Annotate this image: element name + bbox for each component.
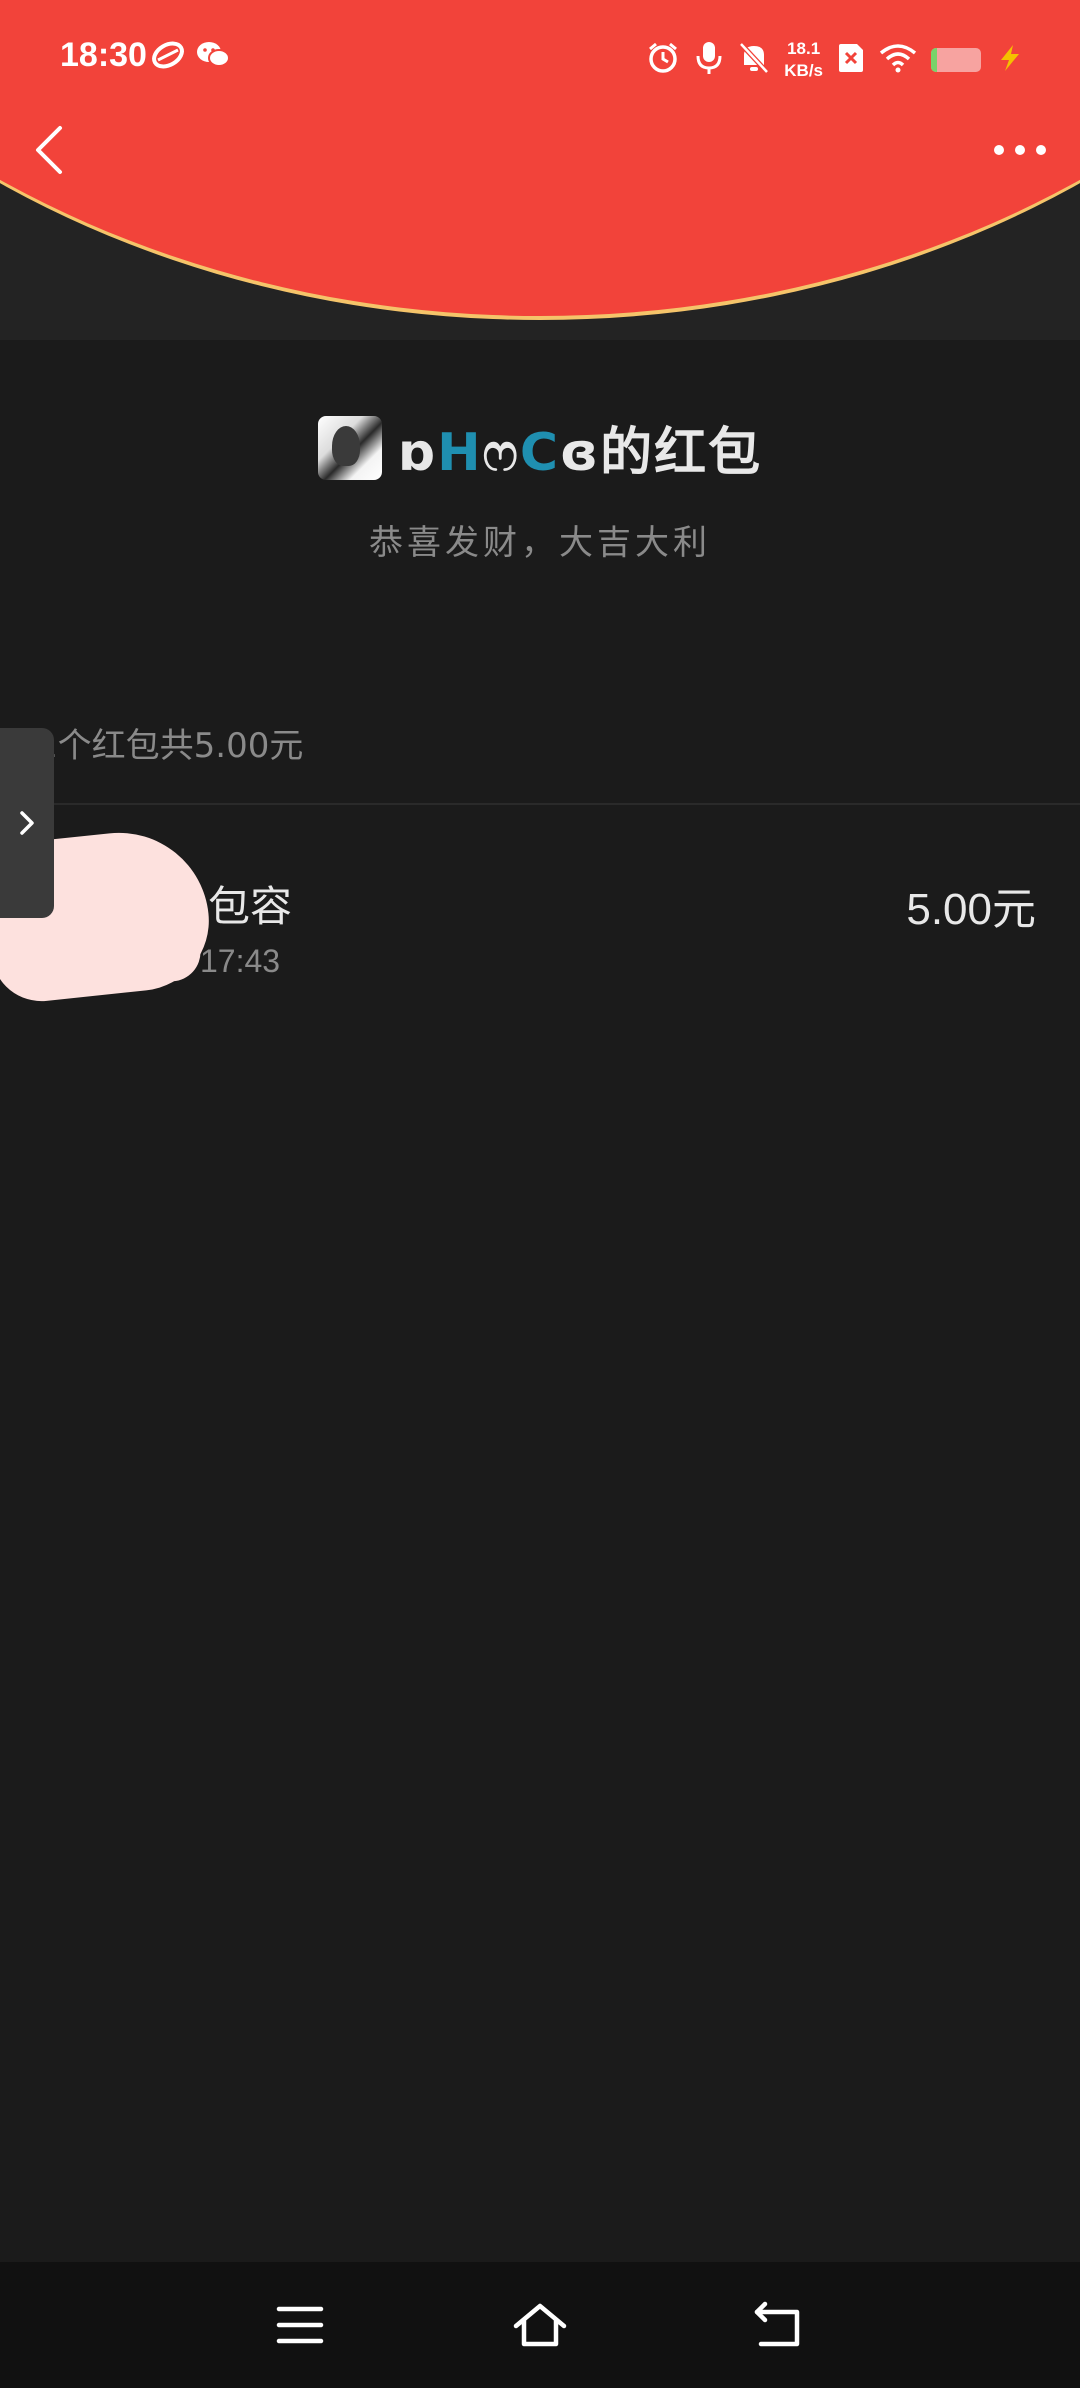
sender-name-prefix: ɒ [397,423,438,483]
home-button[interactable] [505,2292,575,2358]
sender-name-h: H [437,423,483,483]
sim-x-icon [837,42,865,78]
mute-icon [738,41,770,79]
status-icons: 18.1 KB/s [646,30,1025,90]
packet-summary: 1个红包共5.00元 [36,726,304,766]
system-nav-bar [0,2262,1080,2388]
menu-button[interactable] [265,2292,335,2358]
greeting-message: 恭喜发财，大吉大利 [369,523,711,563]
game-icon [150,40,186,74]
chevron-left-icon [36,126,62,174]
sender-name-c: C [519,423,561,483]
alarm-icon [646,41,680,79]
more-button[interactable] [990,135,1050,165]
receive-time: 17:43 [200,943,281,979]
sender-name-suffix: ɞ的红包 [560,423,763,483]
network-speed-value: 18.1 [787,39,821,58]
battery-icon [931,48,981,72]
sender-avatar[interactable] [317,415,382,480]
network-speed: 18.1 KB/s [784,38,823,82]
sender-title: ɒHෆCɞ的红包 [398,410,762,485]
home-icon [513,2303,567,2347]
more-icon [994,145,1046,155]
received-amount: 5.00元 [906,885,1036,934]
charging-icon [995,43,1025,77]
sender-name-mid: ෆ [482,423,520,483]
mic-icon [694,40,724,80]
back-icon [754,2301,800,2347]
chevron-right-icon [20,811,34,835]
back-button[interactable] [28,120,72,180]
status-time: 18:30 [60,36,147,74]
sender-info: ɒHෆCɞ的红包 [0,410,1080,485]
network-speed-unit: KB/s [784,61,823,80]
side-expand-tab[interactable] [0,728,54,918]
receiver-name: 包容 [208,882,293,931]
red-packet-detail-page: 18:30 18.1 KB/s ɒHෆCɞ的红包 恭喜发财，大吉大利 1个红包共… [0,0,1080,2388]
back-nav-button[interactable] [745,2292,815,2358]
wifi-icon [879,43,917,77]
wechat-icon [196,40,230,74]
menu-icon [276,2306,324,2344]
list-item[interactable]: 包容 17:43 5.00元 [0,805,1080,1007]
status-bar: 18:30 18.1 KB/s [0,0,1080,110]
